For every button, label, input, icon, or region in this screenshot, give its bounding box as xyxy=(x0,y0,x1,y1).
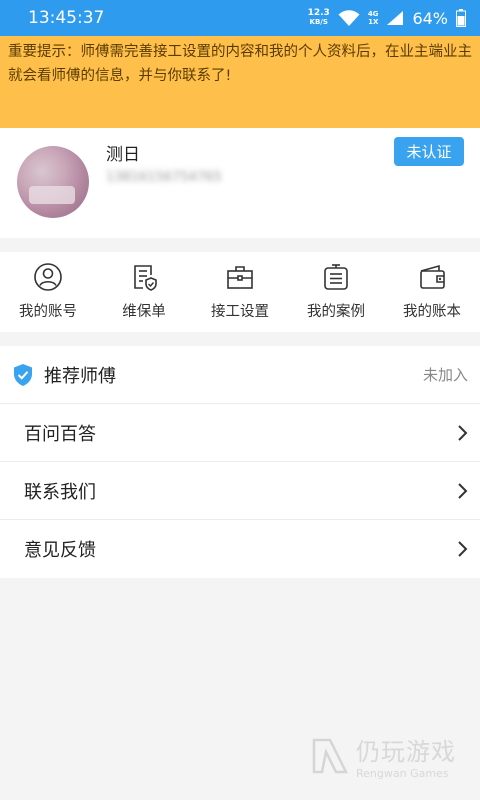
case-list-icon xyxy=(324,264,348,290)
grid-item-account[interactable]: 我的账号 xyxy=(0,262,96,321)
battery-icon xyxy=(456,9,466,27)
profile-phone: 13816156754765 xyxy=(106,170,222,185)
grid-item-job-settings[interactable]: 接工设置 xyxy=(192,262,288,321)
list-item-label: 百问百答 xyxy=(24,423,96,445)
grid-item-maintenance[interactable]: 维保单 xyxy=(96,262,192,321)
signal-4g-label: 4G xyxy=(367,10,379,18)
grid-label-maintenance: 维保单 xyxy=(122,304,166,320)
list-item-faq[interactable]: 百问百答 xyxy=(0,404,480,462)
function-grid: 我的账号 维保单 接工设置 我的案例 我的账本 xyxy=(0,252,480,332)
notice-banner: 重要提示：师傅需完善接工设置的内容和我的个人资料后，在业主端业主就会看师傅的信息… xyxy=(0,36,480,128)
document-shield-icon xyxy=(134,265,157,291)
recommend-master-row[interactable]: 推荐师傅 未加入 xyxy=(0,346,480,404)
verify-button[interactable]: 未认证 xyxy=(394,137,464,166)
status-bar: 13:45:37 12.3 KB/S 4G 1X 64% xyxy=(0,0,480,36)
cell-signal-icon xyxy=(387,11,404,25)
chevron-right-icon xyxy=(458,482,468,499)
grid-label-job-settings: 接工设置 xyxy=(211,304,269,320)
status-indicators: 12.3 KB/S 4G 1X 64% xyxy=(308,9,466,28)
wifi-icon xyxy=(338,10,360,26)
chevron-right-icon xyxy=(458,541,468,557)
list-item-feedback[interactable]: 意见反馈 xyxy=(0,520,480,578)
chevron-right-icon xyxy=(458,424,468,441)
profile-name: 测日 xyxy=(106,145,140,165)
recommend-status: 未加入 xyxy=(422,366,468,384)
status-time: 13:45:37 xyxy=(28,8,105,28)
watermark: 仍玩游戏 Rengwan Games xyxy=(310,732,456,780)
grid-item-cases[interactable]: 我的案例 xyxy=(288,262,384,321)
grid-label-cases: 我的案例 xyxy=(307,304,365,320)
menu-list: 推荐师傅 未加入 百问百答 联系我们 意见反馈 xyxy=(0,346,480,578)
watermark-text: 仍玩游戏 Rengwan Games xyxy=(356,732,456,780)
signal-1x-label: 1X xyxy=(368,18,379,26)
grid-item-ledger[interactable]: 我的账本 xyxy=(384,262,480,321)
list-item-label: 意见反馈 xyxy=(24,540,96,561)
signal-labels: 4G 1X xyxy=(368,10,379,26)
net-speed-unit: KB/S xyxy=(309,18,328,26)
shield-check-icon xyxy=(14,363,32,386)
net-speed: 12.3 KB/S xyxy=(308,9,330,27)
avatar[interactable] xyxy=(17,146,89,218)
grid-label-account: 我的账号 xyxy=(19,304,77,320)
watermark-logo-icon xyxy=(312,738,349,774)
watermark-cn: 仍玩游戏 xyxy=(356,738,456,766)
net-speed-value: 12.3 xyxy=(307,8,330,18)
wallet-icon xyxy=(420,264,445,289)
recommend-left: 推荐师傅 xyxy=(12,362,116,388)
watermark-en: Rengwan Games xyxy=(356,767,449,780)
notice-text: 重要提示：师傅需完善接工设置的内容和我的个人资料后，在业主端业主就会看师傅的信息… xyxy=(8,44,472,84)
user-icon xyxy=(34,263,62,291)
list-item-label: 联系我们 xyxy=(24,481,96,503)
toolbox-icon xyxy=(227,266,253,289)
list-item-contact[interactable]: 联系我们 xyxy=(0,462,480,520)
battery-percent: 64% xyxy=(412,8,448,28)
recommend-label: 推荐师傅 xyxy=(44,365,116,387)
profile-card[interactable]: 测日 13816156754765 未认证 xyxy=(0,128,480,238)
grid-label-ledger: 我的账本 xyxy=(403,304,461,320)
